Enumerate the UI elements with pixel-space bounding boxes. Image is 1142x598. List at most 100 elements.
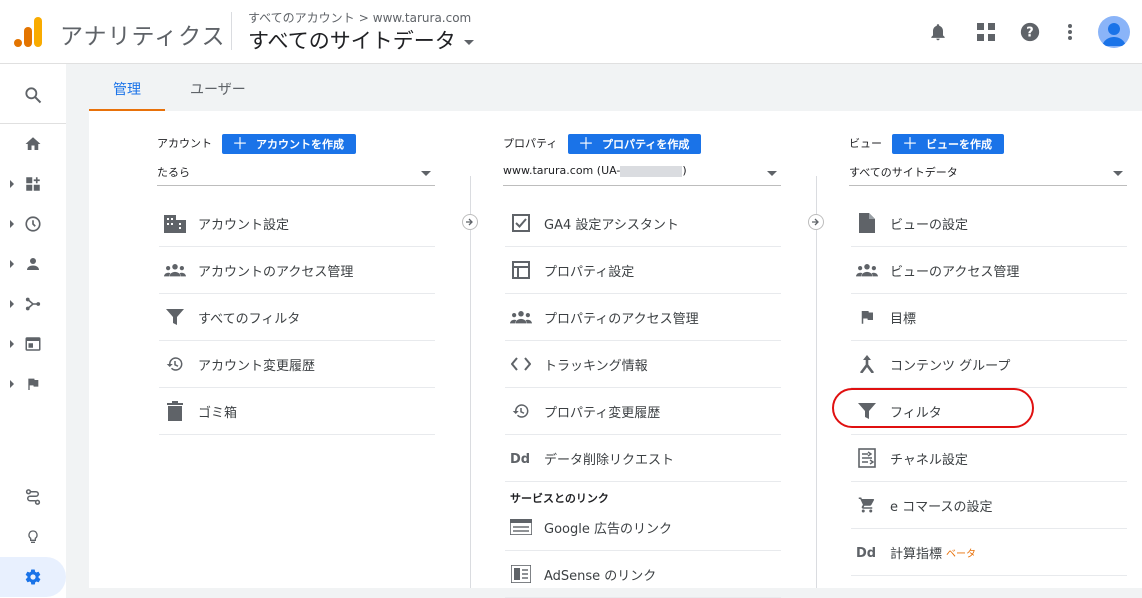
goals-item[interactable]: 目標 bbox=[851, 294, 1127, 341]
property-select-suffix: ) bbox=[682, 164, 687, 177]
svg-text:Dd: Dd bbox=[510, 452, 530, 465]
header-divider bbox=[231, 12, 232, 50]
admin-panel: 管理 ユーザー アカウント ＋ アカウントを作成 たるら アカウント設定 アカウン… bbox=[89, 64, 1142, 598]
building-icon bbox=[164, 212, 186, 234]
redacted-id bbox=[620, 165, 683, 177]
property-menu: GA4 設定アシスタント プロパティ設定 プロパティのアクセス管理 トラッキング… bbox=[505, 200, 781, 598]
nav-realtime[interactable] bbox=[0, 204, 66, 244]
calculated-metrics-item[interactable]: Dd 計算指標 ベータ bbox=[851, 529, 1127, 576]
view-settings-item[interactable]: ビューの設定 bbox=[851, 200, 1127, 247]
account-settings-item[interactable]: アカウント設定 bbox=[159, 200, 435, 247]
caret-down-icon bbox=[767, 171, 777, 176]
view-select[interactable]: すべてのサイトデータ bbox=[849, 164, 1127, 186]
create-view-button[interactable]: ＋ ビューを作成 bbox=[892, 134, 1005, 154]
apps-grid-icon[interactable] bbox=[974, 20, 998, 44]
account-access-item[interactable]: アカウントのアクセス管理 bbox=[159, 247, 435, 294]
create-view-label: ビューを作成 bbox=[926, 138, 993, 151]
property-select[interactable]: www.tarura.com (UA-) bbox=[503, 164, 781, 186]
view-selector-label: すべてのサイトデータ bbox=[248, 29, 456, 53]
channel-icon bbox=[856, 447, 878, 469]
nav-customization[interactable] bbox=[0, 164, 66, 204]
all-filters-label: すべてのフィルタ bbox=[198, 311, 301, 327]
dd-icon: Dd bbox=[856, 541, 878, 563]
tracking-info-label: トラッキング情報 bbox=[544, 358, 648, 374]
property-history-item[interactable]: プロパティ変更履歴 bbox=[505, 388, 781, 435]
nav-acquisition[interactable] bbox=[0, 284, 66, 324]
property-settings-label: プロパティ設定 bbox=[544, 264, 635, 280]
property-heading: プロパティ bbox=[503, 137, 558, 150]
data-deletion-label: データ削除リクエスト bbox=[544, 452, 675, 468]
create-property-button[interactable]: ＋ プロパティを作成 bbox=[568, 134, 702, 154]
left-nav bbox=[0, 64, 66, 598]
expand-arrow-icon bbox=[10, 260, 14, 268]
column-divider bbox=[816, 176, 817, 588]
expand-arrow-icon bbox=[10, 380, 14, 388]
data-deletion-item[interactable]: Dd データ削除リクエスト bbox=[505, 435, 781, 482]
ga4-assistant-label: GA4 設定アシスタント bbox=[544, 217, 679, 233]
filter-highlight-annotation bbox=[832, 388, 1034, 428]
breadcrumb-all-accounts[interactable]: すべてのアカウント bbox=[248, 11, 355, 25]
beta-badge: ベータ bbox=[946, 548, 977, 560]
property-settings-item[interactable]: プロパティ設定 bbox=[505, 247, 781, 294]
lightbulb-icon[interactable] bbox=[0, 517, 66, 557]
channel-settings-item[interactable]: チャネル設定 bbox=[851, 435, 1127, 482]
more-vert-icon[interactable] bbox=[1058, 20, 1082, 44]
breadcrumb-separator: > bbox=[358, 11, 369, 25]
trash-label: ゴミ箱 bbox=[198, 405, 238, 421]
all-filters-item[interactable]: すべてのフィルタ bbox=[159, 294, 435, 341]
nav-conversions[interactable] bbox=[0, 364, 66, 404]
google-ads-link-item[interactable]: Google 広告のリンク bbox=[505, 504, 781, 551]
layout-icon bbox=[510, 259, 532, 281]
content-grouping-item[interactable]: コンテンツ グループ bbox=[851, 341, 1127, 388]
create-account-button[interactable]: ＋ アカウントを作成 bbox=[222, 134, 357, 154]
tracking-info-item[interactable]: トラッキング情報 bbox=[505, 341, 781, 388]
clock-icon bbox=[25, 216, 41, 232]
property-access-item[interactable]: プロパティのアクセス管理 bbox=[505, 294, 781, 341]
avatar[interactable] bbox=[1098, 16, 1130, 48]
view-selector[interactable]: すべてのサイトデータ bbox=[248, 25, 474, 55]
account-history-item[interactable]: アカウント変更履歴 bbox=[159, 341, 435, 388]
analytics-logo[interactable] bbox=[14, 17, 42, 47]
property-history-label: プロパティ変更履歴 bbox=[544, 405, 661, 421]
property-select-prefix: www.tarura.com (UA- bbox=[503, 164, 621, 177]
nav-audience[interactable] bbox=[0, 244, 66, 284]
attribution-icon[interactable] bbox=[0, 477, 66, 517]
view-access-item[interactable]: ビューのアクセス管理 bbox=[851, 247, 1127, 294]
account-history-label: アカウント変更履歴 bbox=[198, 358, 316, 374]
dashboard-add-icon bbox=[26, 177, 40, 191]
acquisition-icon bbox=[25, 297, 41, 311]
expand-arrow-icon bbox=[10, 340, 14, 348]
bell-icon[interactable] bbox=[926, 20, 950, 44]
breadcrumb-account[interactable]: www.tarura.com bbox=[373, 11, 471, 25]
filter-icon bbox=[164, 306, 186, 328]
dd-icon: Dd bbox=[510, 447, 532, 469]
person-icon bbox=[27, 258, 39, 270]
nav-behavior[interactable] bbox=[0, 324, 66, 364]
caret-down-icon bbox=[463, 39, 474, 45]
breadcrumb[interactable]: すべてのアカウント > www.tarura.com bbox=[248, 9, 471, 26]
adsense-icon bbox=[510, 563, 532, 585]
plus-icon: ＋ bbox=[578, 134, 595, 153]
ga4-assistant-item[interactable]: GA4 設定アシスタント bbox=[505, 200, 781, 247]
ads-icon bbox=[510, 516, 532, 538]
content-grouping-label: コンテンツ グループ bbox=[890, 358, 1011, 374]
search-icon[interactable] bbox=[0, 75, 66, 115]
people-icon bbox=[510, 306, 532, 328]
admin-gear-icon[interactable] bbox=[0, 557, 66, 597]
trash-item[interactable]: ゴミ箱 bbox=[159, 388, 435, 435]
plus-icon: ＋ bbox=[232, 134, 249, 153]
code-icon bbox=[510, 353, 532, 375]
view-settings-label: ビューの設定 bbox=[890, 217, 969, 233]
account-select[interactable]: たるら bbox=[157, 164, 435, 186]
adsense-link-item[interactable]: AdSense のリンク bbox=[505, 551, 781, 598]
ecommerce-settings-label: e コマースの設定 bbox=[890, 499, 993, 515]
merge-icon bbox=[856, 353, 878, 375]
tab-admin[interactable]: 管理 bbox=[113, 79, 141, 99]
expand-arrow-icon bbox=[10, 220, 14, 228]
home-icon[interactable] bbox=[0, 124, 66, 164]
ecommerce-settings-item[interactable]: e コマースの設定 bbox=[851, 482, 1127, 529]
tab-user[interactable]: ユーザー bbox=[190, 79, 246, 99]
admin-tabs: 管理 ユーザー bbox=[89, 64, 1142, 111]
help-icon[interactable]: ? bbox=[1018, 20, 1042, 44]
account-heading: アカウント bbox=[157, 137, 212, 150]
